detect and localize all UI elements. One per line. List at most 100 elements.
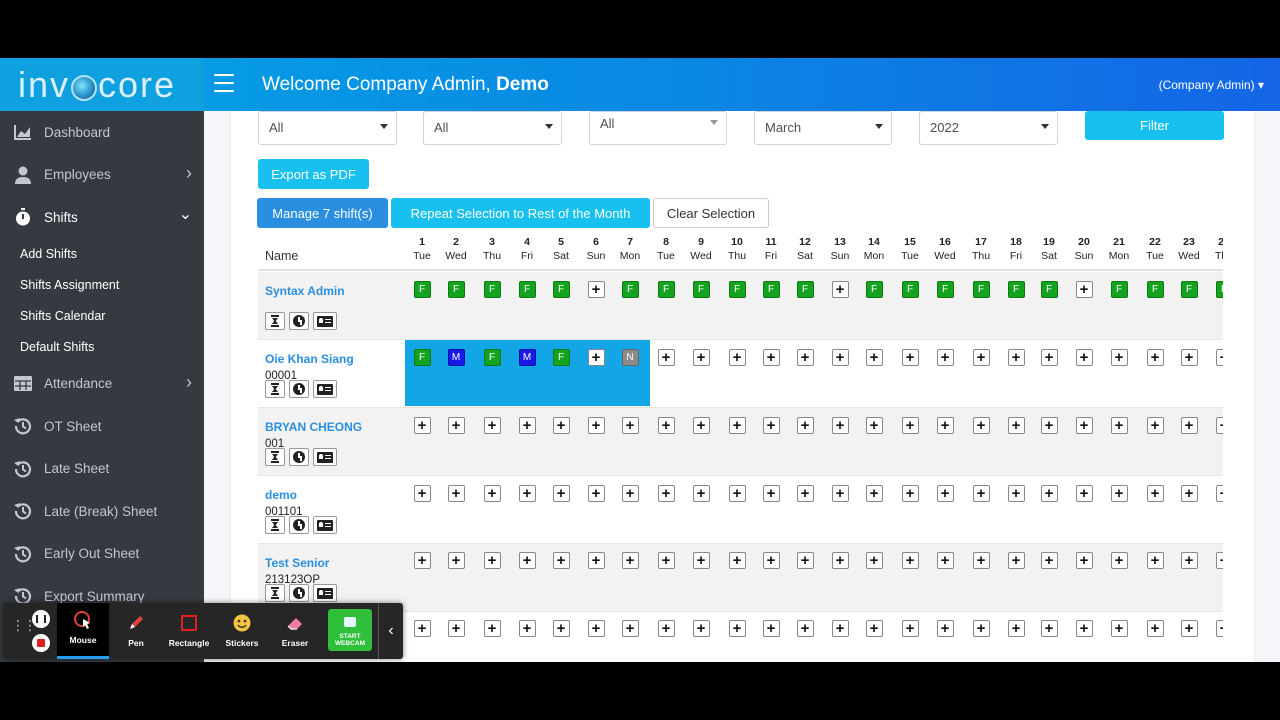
shift-badge[interactable]: F <box>657 281 675 298</box>
add-shift-button[interactable]: + <box>901 349 919 366</box>
shift-badge[interactable]: F <box>972 281 990 298</box>
add-shift-button[interactable]: + <box>413 552 431 569</box>
shift-badge[interactable]: F <box>728 281 746 298</box>
year-select[interactable]: 2022 <box>919 111 1058 145</box>
shift-badge[interactable]: F <box>413 281 431 298</box>
export-pdf-button[interactable]: Export as PDF <box>258 159 369 189</box>
add-shift-button[interactable]: + <box>1007 349 1025 366</box>
add-shift-button[interactable]: + <box>972 349 990 366</box>
shift-badge[interactable]: F <box>762 281 780 298</box>
id-card-icon[interactable] <box>313 312 337 330</box>
add-shift-button[interactable]: + <box>552 485 570 502</box>
add-shift-button[interactable]: + <box>728 485 746 502</box>
filter-select-1[interactable]: All <box>258 111 397 145</box>
add-shift-button[interactable]: + <box>1040 485 1058 502</box>
sidebar-subitem-shifts-assignment[interactable]: Shifts Assignment <box>0 270 204 301</box>
add-shift-button[interactable]: + <box>1146 552 1164 569</box>
add-shift-button[interactable]: + <box>692 552 710 569</box>
drag-handle-icon[interactable]: ⋮⋮ <box>11 618 37 632</box>
add-shift-button[interactable]: + <box>1007 417 1025 434</box>
add-shift-button[interactable]: + <box>1180 485 1198 502</box>
add-shift-button[interactable]: + <box>1040 620 1058 637</box>
add-shift-button[interactable]: + <box>1007 485 1025 502</box>
stop-icon[interactable] <box>32 634 50 652</box>
shift-badge[interactable]: F <box>447 281 465 298</box>
add-shift-button[interactable]: + <box>1146 417 1164 434</box>
add-shift-button[interactable]: + <box>1040 417 1058 434</box>
add-shift-button[interactable]: + <box>621 485 639 502</box>
add-shift-button[interactable]: + <box>447 552 465 569</box>
shift-badge[interactable]: F <box>936 281 954 298</box>
add-shift-button[interactable]: + <box>972 620 990 637</box>
add-shift-button[interactable]: + <box>865 417 883 434</box>
shift-badge[interactable]: F <box>692 281 710 298</box>
add-shift-button[interactable]: + <box>936 417 954 434</box>
shift-badge[interactable]: M <box>518 349 536 366</box>
add-shift-button[interactable]: + <box>1007 552 1025 569</box>
shift-badge[interactable]: F <box>1180 281 1198 298</box>
add-shift-button[interactable]: + <box>728 349 746 366</box>
add-shift-button[interactable]: + <box>552 552 570 569</box>
manage-shifts-button[interactable]: Manage 7 shift(s) <box>257 198 388 228</box>
add-shift-button[interactable]: + <box>762 349 780 366</box>
add-shift-button[interactable]: + <box>413 485 431 502</box>
sidebar-item-early-out-sheet[interactable]: Early Out Sheet <box>0 533 204 576</box>
add-shift-button[interactable]: + <box>657 552 675 569</box>
clear-selection-button[interactable]: Clear Selection <box>653 198 769 228</box>
add-shift-button[interactable]: + <box>865 620 883 637</box>
shift-badge[interactable]: F <box>1110 281 1128 298</box>
sidebar-item-late-break-sheet[interactable]: Late (Break) Sheet <box>0 490 204 533</box>
add-shift-button[interactable]: + <box>1075 485 1093 502</box>
add-shift-button[interactable]: + <box>796 485 814 502</box>
add-shift-button[interactable]: + <box>1180 552 1198 569</box>
user-menu-dropdown[interactable]: (Company Admin) ▾ <box>1159 78 1264 92</box>
employee-name-link[interactable]: Test Senior <box>265 556 329 570</box>
add-shift-button[interactable]: + <box>901 485 919 502</box>
add-shift-button[interactable]: + <box>447 620 465 637</box>
hourglass-icon[interactable] <box>265 312 285 330</box>
add-shift-button[interactable]: + <box>936 552 954 569</box>
add-shift-button[interactable]: + <box>762 552 780 569</box>
shift-badge[interactable]: F <box>865 281 883 298</box>
add-shift-button[interactable]: + <box>796 620 814 637</box>
add-shift-button[interactable]: + <box>657 485 675 502</box>
shift-badge[interactable]: M <box>447 349 465 366</box>
clock-icon[interactable] <box>289 516 309 534</box>
add-shift-button[interactable]: + <box>1146 485 1164 502</box>
add-shift-button[interactable]: + <box>587 417 605 434</box>
add-shift-button[interactable]: + <box>831 349 849 366</box>
add-shift-button[interactable]: + <box>901 552 919 569</box>
add-shift-button[interactable]: + <box>587 349 605 366</box>
add-shift-button[interactable]: + <box>1215 620 1223 637</box>
add-shift-button[interactable]: + <box>1110 620 1128 637</box>
sidebar-item-employees[interactable]: Employees › <box>0 154 204 197</box>
shift-badge[interactable]: F <box>483 281 501 298</box>
add-shift-button[interactable]: + <box>831 281 849 298</box>
shift-badge[interactable]: N <box>621 349 639 366</box>
add-shift-button[interactable]: + <box>1110 552 1128 569</box>
add-shift-button[interactable]: + <box>1215 552 1223 569</box>
add-shift-button[interactable]: + <box>518 552 536 569</box>
pen-tool-button[interactable]: Pen <box>110 603 162 659</box>
shift-badge[interactable]: F <box>1040 281 1058 298</box>
add-shift-button[interactable]: + <box>865 552 883 569</box>
add-shift-button[interactable]: + <box>831 552 849 569</box>
add-shift-button[interactable]: + <box>518 417 536 434</box>
add-shift-button[interactable]: + <box>1040 349 1058 366</box>
add-shift-button[interactable]: + <box>796 349 814 366</box>
add-shift-button[interactable]: + <box>762 620 780 637</box>
add-shift-button[interactable]: + <box>936 485 954 502</box>
hourglass-icon[interactable] <box>265 584 285 602</box>
sidebar-item-ot-sheet[interactable]: OT Sheet <box>0 405 204 448</box>
clock-icon[interactable] <box>289 584 309 602</box>
add-shift-button[interactable]: + <box>621 552 639 569</box>
sidebar-subitem-shifts-calendar[interactable]: Shifts Calendar <box>0 301 204 332</box>
pause-icon[interactable] <box>32 610 50 628</box>
add-shift-button[interactable]: + <box>621 417 639 434</box>
shift-badge[interactable]: F <box>552 281 570 298</box>
sidebar-subitem-default-shifts[interactable]: Default Shifts <box>0 332 204 363</box>
add-shift-button[interactable]: + <box>1180 349 1198 366</box>
mouse-tool-button[interactable]: Mouse <box>57 603 109 659</box>
sidebar-item-late-sheet[interactable]: Late Sheet <box>0 448 204 491</box>
add-shift-button[interactable]: + <box>728 552 746 569</box>
